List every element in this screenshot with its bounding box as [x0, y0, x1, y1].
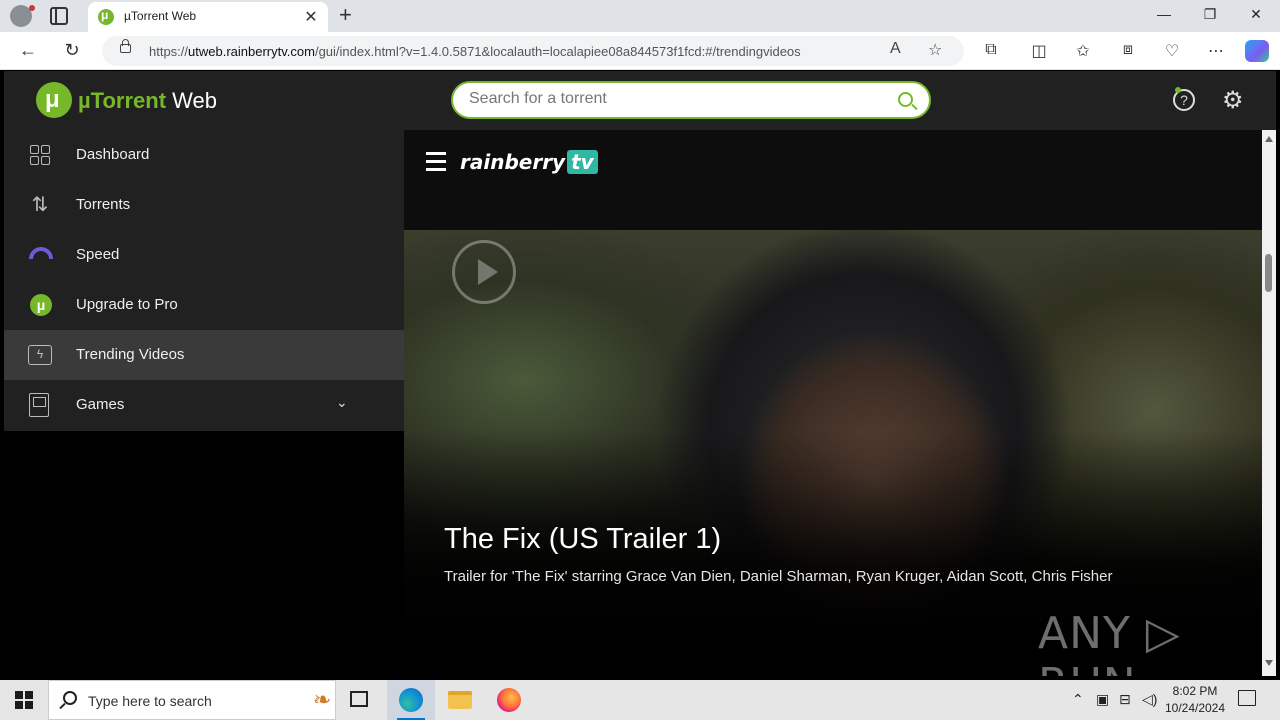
chevron-down-icon[interactable]: ⌄ [336, 394, 348, 411]
scroll-up-arrow-icon[interactable] [1265, 136, 1273, 142]
vertical-scrollbar[interactable] [1262, 130, 1276, 676]
taskbar-file-explorer[interactable] [436, 680, 484, 720]
video-hero[interactable]: The Fix (US Trailer 1) Trailer for 'The … [404, 230, 1262, 676]
read-aloud-icon[interactable]: A [890, 40, 901, 58]
play-icon[interactable] [452, 240, 516, 304]
scroll-down-arrow-icon[interactable] [1265, 660, 1273, 666]
volume-icon[interactable]: ◁) [1142, 691, 1157, 708]
network-icon[interactable]: ⊟ [1119, 691, 1131, 708]
video-description: Trailer for 'The Fix' starring Grace Van… [444, 568, 1113, 585]
restore-icon[interactable]: ❐ [1200, 6, 1220, 23]
show-hidden-icons-chevron-icon[interactable]: ⌃ [1072, 691, 1084, 708]
windows-taskbar: Type here to search ❧ ⌃ ▣ ⊟ ◁) 8:02 PM 1… [0, 680, 1280, 720]
hamburger-menu-icon[interactable] [426, 152, 446, 172]
address-bar[interactable]: https://utweb.rainberrytv.com/gui/index.… [102, 36, 964, 66]
help-notification-dot [1175, 87, 1181, 93]
browser-tab-utorrent[interactable]: µTorrent Web ✕ [88, 2, 328, 32]
sidebar-item-label: Trending Videos [76, 346, 185, 363]
tab-actions-icon[interactable] [50, 7, 68, 25]
sidebar-item-torrents[interactable]: ⇅ Torrents [4, 180, 404, 230]
windows-start-icon[interactable] [15, 691, 33, 709]
taskbar-firefox[interactable] [485, 680, 533, 720]
settings-gear-icon[interactable]: ⚙ [1222, 86, 1244, 115]
dashboard-grid-icon [28, 143, 52, 167]
torrent-search-input[interactable] [469, 90, 869, 108]
more-menu-icon[interactable]: ⋯ [1206, 41, 1226, 61]
notification-center-icon[interactable] [1238, 690, 1256, 706]
refresh-icon[interactable]: ↻ [61, 40, 83, 61]
meet-now-icon[interactable]: ▣ [1096, 691, 1109, 708]
sidebar: Dashboard ⇅ Torrents Speed μ Upgrade to … [4, 130, 404, 431]
lock-icon[interactable] [120, 39, 131, 53]
split-screen-icon[interactable]: ◫ [1029, 41, 1049, 61]
task-view-button[interactable] [336, 680, 384, 720]
sidebar-item-label: Dashboard [76, 146, 150, 163]
search-icon[interactable] [898, 92, 913, 107]
tab-close-icon[interactable]: ✕ [302, 7, 320, 27]
utorrent-pro-icon: μ [30, 294, 52, 316]
utorrent-web-app: µTorrent Web ? ⚙ Dashboard ⇅ Torrents Sp… [4, 71, 1276, 676]
anyrun-watermark: ANY ▷ RUN [1038, 608, 1181, 676]
firefox-icon [497, 688, 521, 712]
search-icon [63, 691, 77, 705]
favorite-star-icon[interactable]: ☆ [928, 40, 942, 60]
sidebar-item-label: Torrents [76, 196, 131, 213]
taskbar-search-placeholder: Type here to search [88, 693, 212, 709]
trending-videos-panel: rainberry tv The Fix (US Trailer 1) Trail… [404, 130, 1262, 676]
trending-video-icon: ϟ [28, 345, 52, 365]
sidebar-item-label: Upgrade to Pro [76, 296, 178, 313]
task-view-icon [350, 691, 368, 707]
sidebar-item-upgrade-pro[interactable]: μ Upgrade to Pro [4, 280, 404, 330]
video-title[interactable]: The Fix (US Trailer 1) [444, 523, 721, 556]
rainberry-header: rainberry tv [404, 130, 1262, 230]
sidebar-item-label: Speed [76, 246, 120, 263]
utorrent-logo-icon [36, 82, 72, 118]
rainberry-logo[interactable]: rainberry tv [460, 150, 598, 174]
sidebar-item-speed[interactable]: Speed [4, 230, 404, 280]
file-explorer-icon [448, 691, 472, 709]
browser-toolbar: ← ↻ https://utweb.rainberrytv.com/gui/in… [0, 32, 1280, 70]
browser-essentials-icon[interactable]: ♡ [1162, 41, 1182, 61]
close-window-icon[interactable]: ✕ [1246, 6, 1266, 23]
up-down-arrows-icon: ⇅ [31, 194, 49, 216]
sidebar-item-dashboard[interactable]: Dashboard [4, 130, 404, 180]
url-text[interactable]: https://utweb.rainberrytv.com/gui/index.… [149, 44, 801, 59]
clock-time[interactable]: 8:02 PM [1162, 684, 1228, 698]
favorites-icon[interactable]: ✩ [1073, 41, 1093, 61]
copilot-icon[interactable] [1245, 40, 1269, 62]
scrollbar-thumb[interactable] [1265, 254, 1272, 292]
browser-tab-bar: µTorrent Web ✕ + — ❐ ✕ [0, 0, 1280, 32]
taskbar-edge[interactable] [387, 680, 435, 720]
clock-date[interactable]: 10/24/2024 [1162, 701, 1228, 715]
taskbar-search-box[interactable]: Type here to search ❧ [48, 680, 336, 720]
new-tab-button[interactable]: + [339, 2, 359, 28]
edge-browser-icon [399, 688, 423, 712]
profile-notification-dot [29, 5, 35, 11]
gameboy-icon [29, 393, 49, 417]
sidebar-item-games[interactable]: Games ⌄ [4, 380, 404, 430]
speedometer-icon [29, 247, 53, 259]
tab-title: µTorrent Web [124, 9, 197, 23]
utorrent-favicon-icon [98, 8, 114, 25]
autumn-leaves-icon: ❧ [313, 687, 332, 712]
extensions-icon[interactable]: ⧉ [981, 41, 1001, 59]
sidebar-item-trending-videos[interactable]: ϟ Trending Videos [4, 330, 404, 380]
back-arrow-icon[interactable]: ← [17, 40, 39, 61]
torrent-search-box[interactable] [451, 81, 931, 119]
minimize-icon[interactable]: — [1154, 6, 1174, 22]
sidebar-item-label: Games [76, 396, 125, 413]
app-header: µTorrent Web ? ⚙ [4, 71, 1276, 130]
collections-icon[interactable]: ⧈ [1118, 41, 1138, 59]
app-logo-text: µTorrent Web [78, 88, 217, 113]
